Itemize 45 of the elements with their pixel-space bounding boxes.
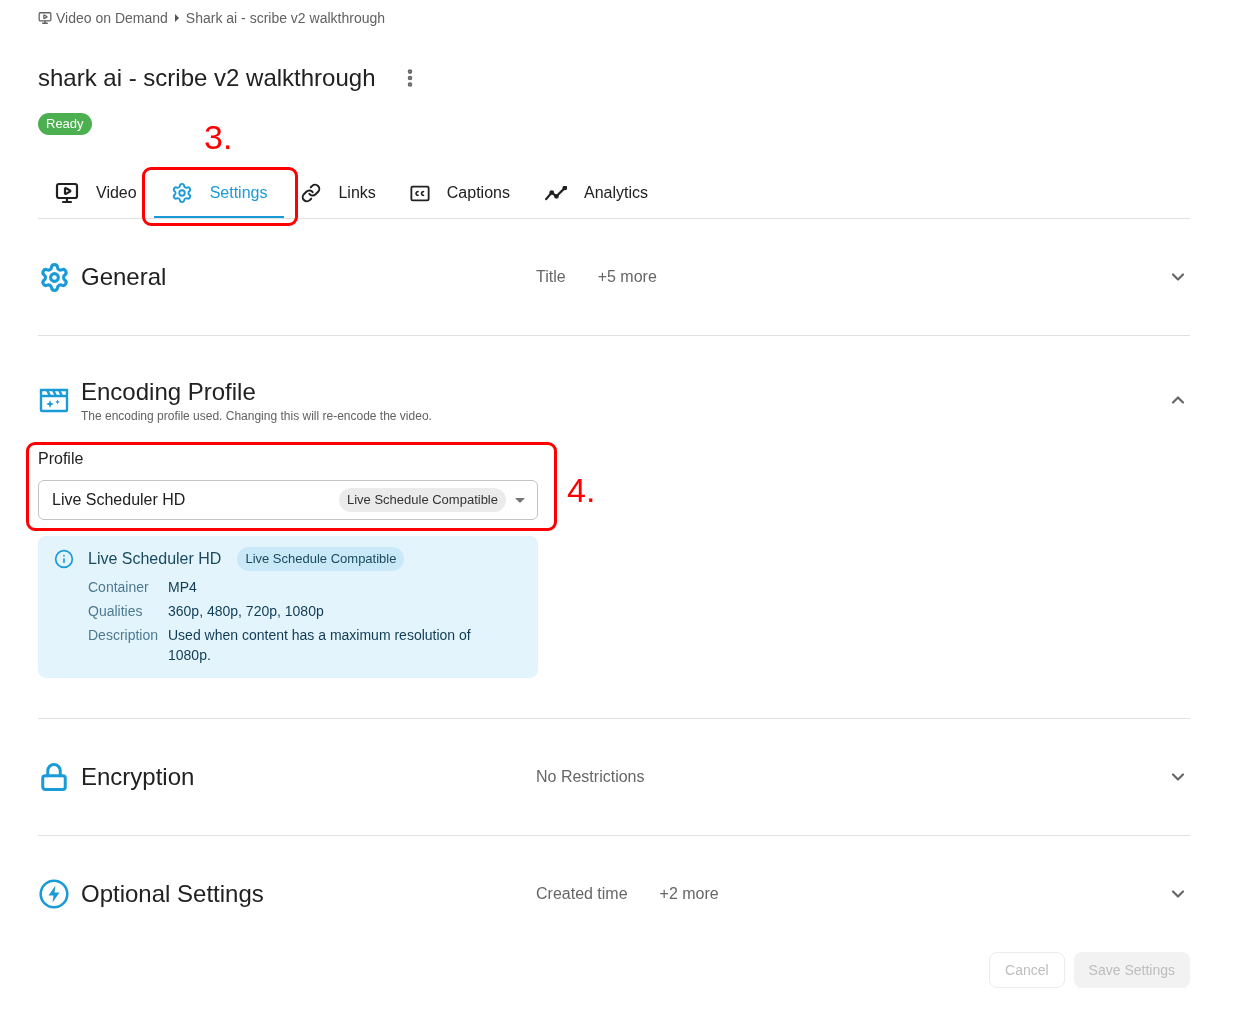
detail-value: Used when content has a maximum resolution of 1080p. xyxy=(168,626,472,665)
video-player-icon xyxy=(38,11,52,25)
detail-value: 360p, 480p, 720p, 1080p xyxy=(168,602,325,621)
lock-icon xyxy=(39,762,69,792)
detail-label: Qualities xyxy=(88,602,144,621)
dropdown-caret-icon xyxy=(515,497,525,503)
annotation-label: 4. xyxy=(567,472,596,508)
section-summary: +2 more xyxy=(659,884,719,904)
line-chart-icon xyxy=(543,185,567,201)
tab[interactable]: Captions xyxy=(392,170,527,218)
detail-label: Container xyxy=(88,578,150,597)
closed-captions-icon xyxy=(409,184,430,202)
video-player-icon xyxy=(55,181,79,205)
tab[interactable]: Analytics xyxy=(526,170,665,218)
annotation-label: 3. xyxy=(204,119,233,155)
info-icon xyxy=(54,549,74,569)
tab[interactable]: Links xyxy=(284,170,393,218)
profile-info-tag: Live Schedule Compatible xyxy=(237,547,405,571)
clapperboard-sparkle-icon xyxy=(39,387,69,413)
section-title: Encoding Profile xyxy=(81,377,256,407)
status-badge: Ready xyxy=(38,113,92,135)
section-summary: +5 more xyxy=(597,267,657,287)
lightning-bolt-icon xyxy=(39,879,69,909)
section-title: Encryption xyxy=(81,762,195,792)
profile-tag: Live Schedule Compatible xyxy=(338,488,506,512)
section-subtitle: The encoding profile used. Changing this will re-encode the video. xyxy=(81,408,432,424)
detail-value: MP4 xyxy=(168,578,198,597)
page-title: shark ai - scribe v2 walkthrough xyxy=(38,63,376,93)
section-summary: Title xyxy=(536,267,566,287)
settings-icon xyxy=(38,261,70,293)
select-value: Live Scheduler HD xyxy=(52,490,186,510)
section-title: General xyxy=(81,262,167,292)
section-summary: Created time xyxy=(536,884,628,904)
breadcrumb-link[interactable]: Video on Demand xyxy=(56,7,168,29)
field-label: Profile xyxy=(38,449,84,469)
link-icon xyxy=(301,183,322,203)
settings-icon xyxy=(170,182,193,204)
profile-select[interactable]: Live Scheduler HD Live Schedule Compatible xyxy=(38,480,538,520)
section-title: Optional Settings xyxy=(81,879,264,909)
tab[interactable]: Video xyxy=(38,170,154,218)
breadcrumb-current: Shark ai - scribe v2 walkthrough xyxy=(185,8,386,28)
section-summary: No Restrictions xyxy=(536,767,645,787)
breadcrumb-separator-icon xyxy=(174,14,179,22)
detail-label: Description xyxy=(88,626,160,645)
profile-info-title: Live Scheduler HD xyxy=(88,549,222,569)
